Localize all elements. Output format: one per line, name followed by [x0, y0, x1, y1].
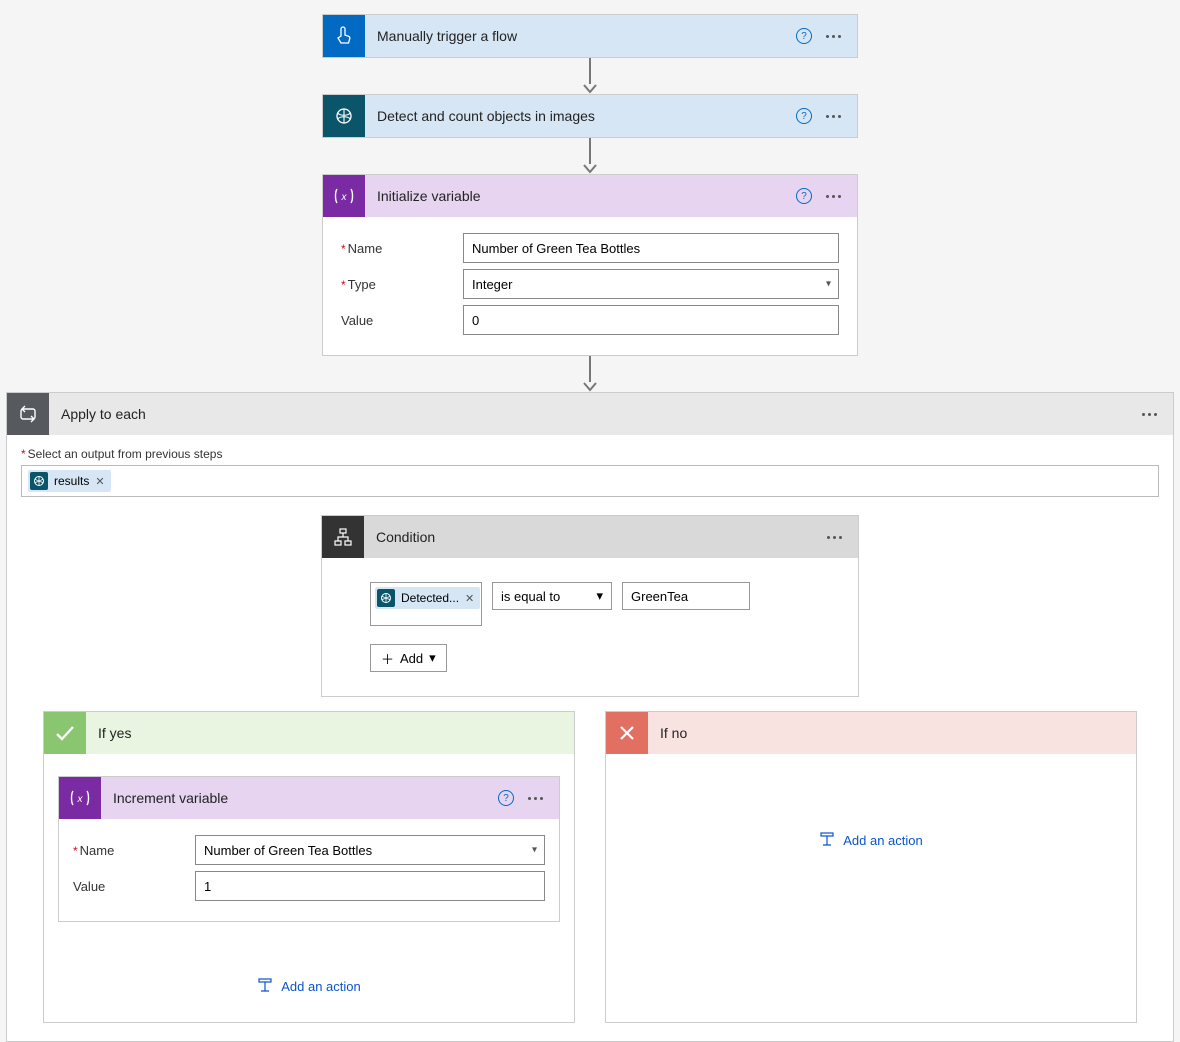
more-menu-icon[interactable] — [1142, 413, 1157, 416]
step-initialize-variable[interactable]: x Initialize variable ? Name Type ▾ Val — [322, 174, 858, 356]
loop-icon — [7, 393, 49, 435]
ai-icon — [30, 472, 48, 490]
branch-body: Add an action — [606, 754, 1136, 876]
ai-icon — [377, 589, 395, 607]
step-title: Initialize variable — [365, 188, 796, 204]
branch-row: If yes x Increment variable ? — [43, 711, 1137, 1023]
help-icon[interactable]: ? — [796, 28, 812, 44]
step-condition[interactable]: Condition Detec — [321, 515, 859, 697]
token-label: results — [54, 474, 89, 488]
value-input[interactable] — [463, 305, 839, 335]
more-menu-icon[interactable] — [826, 195, 841, 198]
step-title: Detect and count objects in images — [365, 108, 796, 124]
step-manual-trigger[interactable]: Manually trigger a flow ? — [322, 14, 858, 58]
results-token[interactable]: results ✕ — [28, 470, 111, 492]
ai-icon — [323, 95, 365, 137]
add-action-button[interactable]: Add an action — [257, 978, 361, 994]
branch-title: If yes — [86, 725, 131, 741]
step-title: Apply to each — [49, 406, 1142, 422]
card-header: x Increment variable ? — [59, 777, 559, 819]
step-increment-variable[interactable]: x Increment variable ? Name — [58, 776, 560, 922]
step-detect-objects[interactable]: Detect and count objects in images ? — [322, 94, 858, 138]
card-body: Name ▾ Value — [59, 819, 559, 921]
chevron-down-icon: ▾ — [596, 588, 603, 604]
more-menu-icon[interactable] — [528, 797, 543, 800]
token-label: Detected... — [401, 591, 459, 605]
value-label: Value — [73, 879, 195, 894]
name-label: Name — [341, 241, 463, 256]
svg-text:x: x — [77, 794, 84, 805]
flow-canvas: Manually trigger a flow ? Detect and cou… — [0, 14, 1180, 1042]
step-title: Condition — [364, 529, 827, 545]
step-apply-to-each[interactable]: Apply to each Select an output from prev… — [6, 392, 1174, 1042]
variable-icon: x — [323, 175, 365, 217]
branch-if-yes: If yes x Increment variable ? — [43, 711, 575, 1023]
more-menu-icon[interactable] — [826, 35, 841, 38]
detected-token[interactable]: Detected... ✕ — [375, 587, 480, 609]
branch-body: x Increment variable ? Name — [44, 754, 574, 1022]
branch-title: If no — [648, 725, 687, 741]
branch-header: If yes — [44, 712, 574, 754]
add-action-button[interactable]: Add an action — [819, 832, 923, 848]
branch-if-no: If no Add an action — [605, 711, 1137, 1023]
value-label: Value — [341, 313, 463, 328]
name-select[interactable] — [195, 835, 545, 865]
card-header: Apply to each — [7, 393, 1173, 435]
card-header: x Initialize variable ? — [323, 175, 857, 217]
add-action-label: Add an action — [843, 833, 923, 848]
condition-body: Detected... ✕ is equal to ▾ ＋ — [322, 558, 858, 696]
condition-left-field[interactable]: Detected... ✕ — [370, 582, 482, 626]
card-header: Detect and count objects in images ? — [323, 95, 857, 137]
plus-icon: ＋ — [381, 649, 394, 668]
operator-label: is equal to — [501, 589, 560, 604]
add-label: Add — [400, 651, 423, 666]
name-input[interactable] — [463, 233, 839, 263]
step-title: Increment variable — [101, 790, 498, 806]
select-output-label: Select an output from previous steps — [21, 447, 1159, 461]
help-icon[interactable]: ? — [498, 790, 514, 806]
card-header: Manually trigger a flow ? — [323, 15, 857, 57]
branch-icon — [322, 516, 364, 558]
add-action-icon — [819, 832, 835, 848]
apply-body: Select an output from previous steps res… — [7, 435, 1173, 1041]
select-output-field[interactable]: results ✕ — [21, 465, 1159, 497]
step-title: Manually trigger a flow — [365, 28, 796, 44]
x-icon — [606, 712, 648, 754]
close-icon[interactable]: ✕ — [465, 592, 474, 605]
check-icon — [44, 712, 86, 754]
more-menu-icon[interactable] — [827, 536, 842, 539]
condition-operator-select[interactable]: is equal to ▾ — [492, 582, 612, 610]
arrow-connector — [583, 138, 597, 174]
touch-icon — [323, 15, 365, 57]
add-condition-button[interactable]: ＋ Add ▾ — [370, 644, 447, 672]
condition-value-input[interactable] — [622, 582, 750, 610]
close-icon[interactable]: ✕ — [95, 475, 104, 488]
arrow-connector — [583, 356, 597, 392]
type-select[interactable] — [463, 269, 839, 299]
help-icon[interactable]: ? — [796, 188, 812, 204]
chevron-down-icon: ▾ — [429, 650, 436, 666]
type-label: Type — [341, 277, 463, 292]
variable-icon: x — [59, 777, 101, 819]
more-menu-icon[interactable] — [826, 115, 841, 118]
name-label: Name — [73, 843, 195, 858]
add-action-icon — [257, 978, 273, 994]
add-action-label: Add an action — [281, 979, 361, 994]
branch-header: If no — [606, 712, 1136, 754]
arrow-connector — [583, 58, 597, 94]
value-input[interactable] — [195, 871, 545, 901]
svg-text:x: x — [341, 192, 348, 203]
card-body: Name Type ▾ Value — [323, 217, 857, 355]
help-icon[interactable]: ? — [796, 108, 812, 124]
card-header: Condition — [322, 516, 858, 558]
